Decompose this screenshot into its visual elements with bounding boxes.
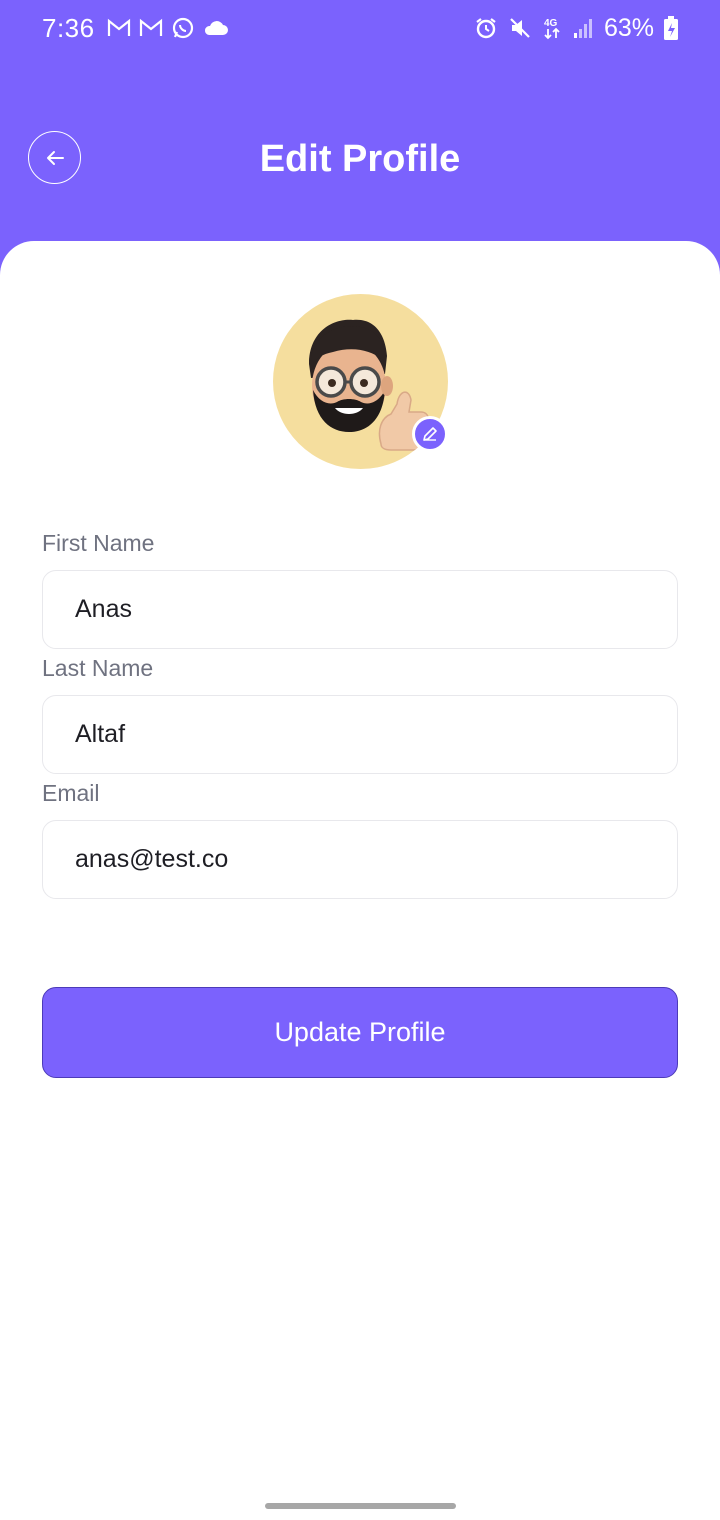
status-time: 7:36	[42, 12, 95, 43]
system-icons: 4G 63%	[474, 14, 678, 43]
email-label: Email	[42, 780, 100, 806]
first-name-field[interactable]	[42, 570, 678, 649]
update-profile-button[interactable]: Update Profile	[42, 987, 678, 1078]
alarm-icon	[476, 18, 496, 39]
header: Edit Profile	[0, 90, 720, 230]
battery-percentage: 63%	[603, 13, 654, 42]
pencil-icon	[423, 427, 437, 441]
email-field[interactable]	[42, 820, 678, 899]
page-title: Edit Profile	[259, 138, 461, 180]
gmail-icon	[139, 18, 162, 36]
first-name-label: First Name	[42, 530, 155, 556]
status-bar: 7:36 4G 63%	[0, 0, 720, 56]
home-indicator[interactable]	[265, 1503, 456, 1509]
whatsapp-icon	[172, 17, 193, 39]
svg-text:4G: 4G	[544, 18, 558, 29]
network-4g-icon: 4G	[544, 18, 560, 40]
edit-avatar-button[interactable]	[412, 416, 448, 452]
battery-icon	[664, 16, 678, 40]
signal-icon	[573, 19, 592, 38]
content-sheet: First Name Last Name Email Update Profil…	[0, 241, 720, 1520]
gmail-icon	[107, 18, 130, 36]
last-name-field[interactable]	[42, 695, 678, 774]
cloud-icon	[204, 21, 228, 35]
notification-icons	[107, 16, 229, 40]
avatar-container	[273, 294, 448, 469]
vibrate-icon	[510, 18, 530, 38]
last-name-label: Last Name	[42, 655, 154, 681]
